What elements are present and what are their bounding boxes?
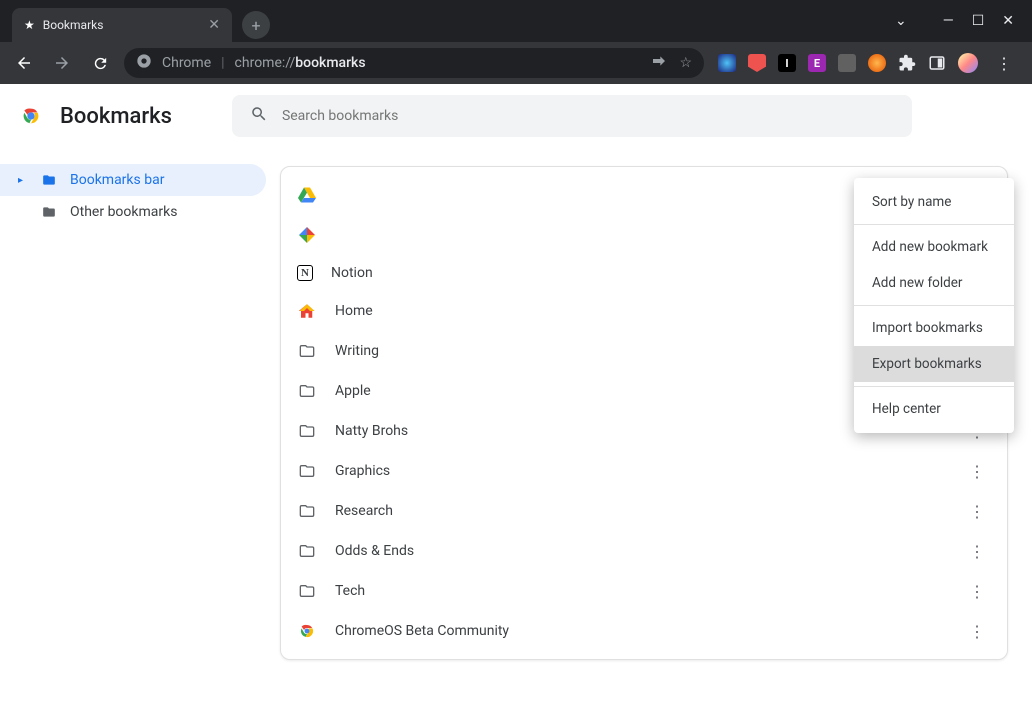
folder-icon <box>297 341 317 361</box>
chrome-logo-icon <box>20 105 42 127</box>
bookmark-star-icon[interactable]: ☆ <box>679 55 692 71</box>
side-panel-icon[interactable] <box>928 54 946 72</box>
folder-icon <box>297 541 317 561</box>
browser-tab[interactable]: ★ Bookmarks ✕ <box>12 8 232 42</box>
extension-icon[interactable]: I <box>778 54 796 72</box>
window-controls: ⌄ — ☐ ✕ <box>877 0 1032 42</box>
sidebar-item-label: Bookmarks bar <box>70 172 164 188</box>
bookmark-label: Notion <box>331 265 373 281</box>
bookmark-row[interactable]: Graphics ⋮ <box>281 451 1007 491</box>
search-input[interactable] <box>282 108 894 124</box>
row-menu-icon[interactable]: ⋮ <box>963 622 991 641</box>
page-title: Bookmarks <box>60 104 172 129</box>
bookmark-label: ChromeOS Beta Community <box>335 623 509 639</box>
reload-button[interactable] <box>86 49 114 77</box>
menu-import-bookmarks[interactable]: Import bookmarks <box>854 310 1014 346</box>
close-tab-icon[interactable]: ✕ <box>208 17 220 33</box>
row-menu-icon[interactable]: ⋮ <box>963 542 991 561</box>
bookmark-label: Apple <box>335 383 371 399</box>
notion-icon: N <box>297 265 313 281</box>
sidebar-item-other-bookmarks[interactable]: Other bookmarks <box>0 196 266 228</box>
new-tab-button[interactable]: + <box>242 11 270 39</box>
search-bookmarks[interactable] <box>232 95 912 137</box>
page-header: Bookmarks <box>0 84 1032 148</box>
row-menu-icon[interactable]: ⋮ <box>963 502 991 521</box>
sidebar-item-label: Other bookmarks <box>70 204 177 220</box>
folder-icon <box>40 205 58 219</box>
menu-sort-by-name[interactable]: Sort by name <box>854 184 1014 220</box>
app-icon <box>297 225 317 245</box>
bookmark-label: Natty Brohs <box>335 423 408 439</box>
bookmark-row[interactable]: Tech ⋮ <box>281 571 1007 611</box>
sidebar-item-bookmarks-bar[interactable]: ▸ Bookmarks bar <box>0 164 266 196</box>
folder-icon <box>297 581 317 601</box>
extension-icon[interactable] <box>748 54 766 72</box>
browser-titlebar: ★ Bookmarks ✕ + ⌄ — ☐ ✕ <box>0 0 1032 42</box>
share-icon[interactable] <box>651 53 667 73</box>
extension-icon[interactable] <box>718 54 736 72</box>
profile-avatar[interactable] <box>958 53 978 73</box>
bookmark-row[interactable]: Research ⋮ <box>281 491 1007 531</box>
maximize-icon[interactable]: ☐ <box>972 13 985 29</box>
expand-triangle-icon[interactable]: ▸ <box>18 175 28 186</box>
page-content: Bookmarks ▸ Bookmarks bar Other bookmark… <box>0 84 1032 710</box>
omnibox-url-plain: chrome:// <box>235 55 296 71</box>
brand: Bookmarks <box>20 104 172 129</box>
bookmark-label: Tech <box>335 583 365 599</box>
extension-icon[interactable] <box>838 54 856 72</box>
bookmark-label: Home <box>335 303 373 319</box>
bookmark-label: Graphics <box>335 463 390 479</box>
tab-title: Bookmarks <box>43 18 104 32</box>
close-window-icon[interactable]: ✕ <box>1002 13 1014 29</box>
forward-button[interactable] <box>48 49 76 77</box>
extensions-puzzle-icon[interactable] <box>898 54 916 72</box>
extensions-area: I E ⋮ <box>714 53 1022 73</box>
menu-add-folder[interactable]: Add new folder <box>854 265 1014 301</box>
row-menu-icon[interactable]: ⋮ <box>963 462 991 481</box>
extension-icon[interactable] <box>868 54 886 72</box>
browser-toolbar: Chrome | chrome://bookmarks ☆ I E ⋮ <box>0 42 1032 84</box>
bookmark-row[interactable]: Odds & Ends ⋮ <box>281 531 1007 571</box>
sidebar: ▸ Bookmarks bar Other bookmarks <box>0 84 280 710</box>
back-button[interactable] <box>10 49 38 77</box>
chevron-down-icon[interactable]: ⌄ <box>895 13 907 29</box>
browser-menu-icon[interactable]: ⋮ <box>990 54 1018 73</box>
menu-export-bookmarks[interactable]: Export bookmarks <box>854 346 1014 382</box>
bookmark-label: Writing <box>335 343 379 359</box>
organize-menu: Sort by name Add new bookmark Add new fo… <box>854 178 1014 433</box>
folder-icon <box>297 381 317 401</box>
chrome-icon <box>297 621 317 641</box>
folder-icon <box>297 421 317 441</box>
star-icon: ★ <box>24 18 35 32</box>
omnibox-prefix: Chrome <box>162 55 211 71</box>
row-menu-icon[interactable]: ⋮ <box>963 582 991 601</box>
minimize-icon[interactable]: — <box>943 13 954 29</box>
folder-icon <box>297 501 317 521</box>
omnibox-url-bold: bookmarks <box>295 55 365 71</box>
home-icon <box>297 301 317 321</box>
bookmark-label: Odds & Ends <box>335 543 414 559</box>
search-icon <box>250 105 268 127</box>
bookmark-row[interactable]: ChromeOS Beta Community ⋮ <box>281 611 1007 651</box>
bookmark-label: Research <box>335 503 393 519</box>
drive-icon <box>297 185 317 205</box>
extension-icon[interactable]: E <box>808 54 826 72</box>
chrome-icon <box>136 53 152 73</box>
address-bar[interactable]: Chrome | chrome://bookmarks ☆ <box>124 48 704 78</box>
menu-add-bookmark[interactable]: Add new bookmark <box>854 229 1014 265</box>
menu-help-center[interactable]: Help center <box>854 391 1014 427</box>
folder-icon <box>40 173 58 187</box>
folder-icon <box>297 461 317 481</box>
